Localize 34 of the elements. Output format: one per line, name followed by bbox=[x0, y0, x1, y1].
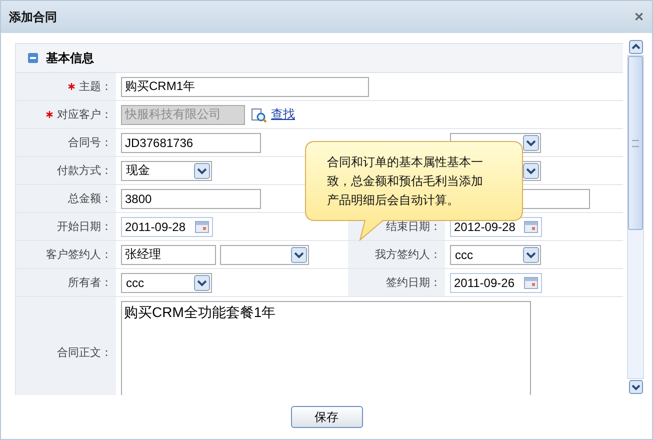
dropdown-value: 现金 bbox=[126, 162, 150, 179]
close-button[interactable]: ✕ bbox=[634, 10, 644, 24]
text-area[interactable]: 购买CRM全功能套餐1年 bbox=[121, 301, 531, 395]
date-value: 2012-09-28 bbox=[454, 220, 516, 234]
window-title: 添加合同 bbox=[9, 8, 57, 26]
date-field[interactable]: 2011-09-26 bbox=[450, 272, 542, 292]
field-label: 开始日期： bbox=[57, 220, 112, 234]
dropdown[interactable]: ccc bbox=[450, 244, 541, 264]
text-field[interactable]: 购买CRM1年 bbox=[121, 76, 369, 96]
date-field[interactable]: 2011-09-28 bbox=[121, 216, 213, 236]
field-label: 合同正文： bbox=[57, 346, 112, 360]
field-label: 签约日期： bbox=[386, 276, 441, 290]
dropdown[interactable]: 现金 bbox=[121, 160, 212, 180]
find-link[interactable]: 查找 bbox=[271, 106, 295, 123]
text-field[interactable]: JD37681736 bbox=[121, 132, 261, 152]
text-field[interactable]: 3800 bbox=[121, 188, 261, 208]
section-title: 基本信息 bbox=[46, 50, 94, 66]
date-value: 2011-09-26 bbox=[454, 276, 514, 290]
dropdown-value: ccc bbox=[126, 276, 144, 290]
field-label: 客户签约人： bbox=[46, 248, 112, 262]
field-label: 结束日期： bbox=[386, 220, 441, 234]
field-label: 主题： bbox=[79, 80, 112, 94]
dropdown-value: ccc bbox=[455, 248, 473, 262]
field-label: 我方签约人： bbox=[375, 248, 441, 262]
save-button[interactable]: 保存 bbox=[290, 406, 362, 428]
text-field[interactable]: 张经理 bbox=[121, 244, 216, 264]
field-label: 对应客户： bbox=[57, 108, 112, 122]
field-label: 付款方式： bbox=[57, 164, 112, 178]
dropdown[interactable]: ccc bbox=[121, 272, 212, 292]
field-label: 总金额： bbox=[68, 192, 112, 206]
field-label: 所有者： bbox=[68, 276, 112, 290]
field-label: 合同号： bbox=[68, 136, 112, 150]
date-value: 2011-09-28 bbox=[125, 220, 186, 234]
tooltip-text: 合同和订单的基本属性基本一致，总金额和预估毛利当添加产品明细后会自动计算。 bbox=[327, 154, 484, 209]
